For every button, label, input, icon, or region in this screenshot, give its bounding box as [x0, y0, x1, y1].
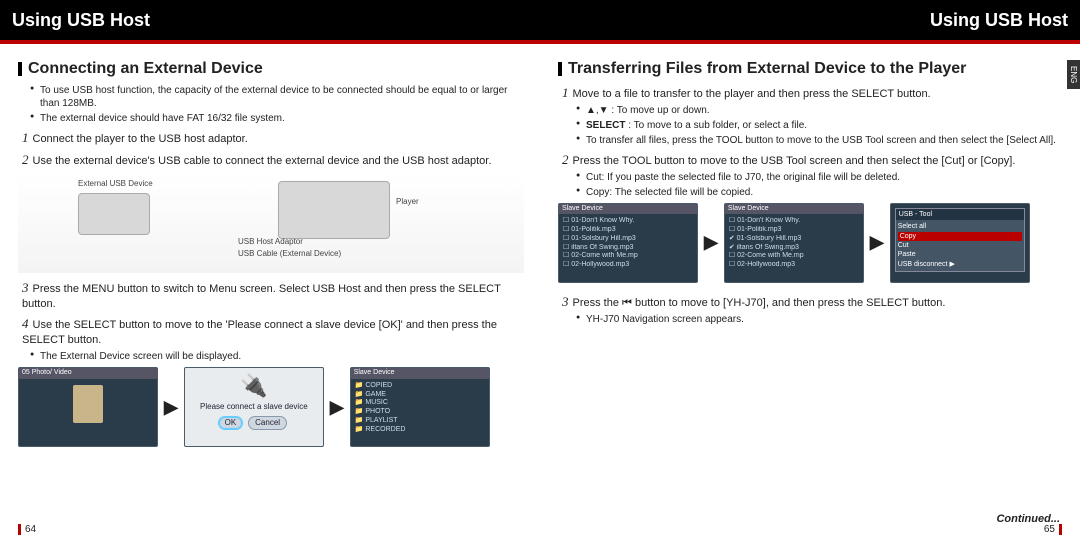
usb-tool-screen: USB - Tool Select all Copy Cut Paste USB…: [890, 203, 1030, 283]
screen-title: Slave Device: [559, 204, 697, 215]
sub-note: To transfer all files, press the TOOL bu…: [576, 134, 1064, 147]
sub-note: Cut: If you paste the selected file to J…: [576, 171, 1064, 184]
h2-text: Connecting an External Device: [28, 60, 263, 77]
slave-device-screen: Slave Device 📁 COPIED 📁 GAME 📁 MUSIC 📁 P…: [350, 367, 490, 447]
arrow-right-icon: ▶: [870, 232, 884, 253]
sub-note: SELECT : To move to a sub folder, or sel…: [576, 119, 1064, 132]
step: 2Press the TOOL button to move to the US…: [562, 151, 1064, 169]
screen-title: 05 Photo/ Video: [19, 368, 157, 379]
list-item: ☐ 02-Come with Me.mp: [729, 252, 859, 261]
menu-item[interactable]: Select all: [898, 223, 926, 230]
list-item: 📁 COPIED: [355, 382, 485, 391]
header-right: Using USB Host: [540, 0, 1080, 44]
header-left: Using USB Host: [0, 0, 540, 44]
list-item: ☐ 02-Hollywood.mp3: [729, 261, 859, 270]
list-item: ☐ iltans Of Swing.mp3: [563, 244, 693, 253]
usb-plug-icon: [73, 385, 103, 423]
list-item: 📁 GAME: [355, 391, 485, 400]
menu-item-selected[interactable]: Copy: [898, 232, 1022, 241]
step: 3Press the MENU button to switch to Menu…: [22, 279, 524, 312]
list-item: 📁 PHOTO: [355, 408, 485, 417]
step: 2Use the external device's USB cable to …: [22, 151, 524, 169]
list-item: 📁 RECORDED: [355, 426, 485, 435]
screen-title: Slave Device: [351, 368, 489, 379]
list-item: 📁 MUSIC: [355, 399, 485, 408]
label: USB Host Adaptor: [238, 237, 303, 246]
menu-screen: 05 Photo/ Video: [18, 367, 158, 447]
section-title-transferring: Transferring Files from External Device …: [558, 60, 1064, 78]
arrow-right-icon: ▶: [704, 232, 718, 253]
page-number: 65: [1044, 524, 1062, 535]
external-device-icon: [78, 193, 150, 235]
list-item: ☐ 01-Solsbury Hill.mp3: [563, 235, 693, 244]
arrow-right-icon: ▶: [164, 397, 178, 418]
sub-note: Copy: The selected file will be copied.: [576, 186, 1064, 199]
page-left: Using USB Host Connecting an External De…: [0, 0, 540, 539]
list-item: ☐ 01-Politik.mp3: [563, 226, 693, 235]
screen-title: Slave Device: [725, 204, 863, 215]
menu-item[interactable]: Paste: [898, 251, 916, 258]
note: The External Device screen will be displ…: [30, 350, 524, 363]
h2-text: Transferring Files from External Device …: [568, 60, 966, 77]
list-item: ☐ 01-Politik.mp3: [729, 226, 859, 235]
slave-device-screen-checked: Slave Device ☐ 01-Don't Know Why. ☐ 01-P…: [724, 203, 864, 283]
usb-cable-icon: 🔌: [189, 372, 319, 400]
list-item: ☐ 02-Hollywood.mp3: [563, 261, 693, 270]
label: USB Cable (External Device): [238, 249, 341, 258]
page-right: Using USB Host ENG Transferring Files fr…: [540, 0, 1080, 539]
screen-title: USB - Tool: [896, 209, 1024, 220]
cancel-button[interactable]: Cancel: [248, 416, 287, 430]
step: 1Connect the player to the USB host adap…: [22, 129, 524, 147]
list-item: ☐ 01-Don't Know Why.: [563, 217, 693, 226]
list-item: 📁 PLAYLIST: [355, 417, 485, 426]
screens-row-left: 05 Photo/ Video ▶ 🔌 Please connect a sla…: [18, 367, 524, 447]
section-title-connecting: Connecting an External Device: [18, 60, 524, 78]
label: External USB Device: [78, 179, 153, 188]
ok-button[interactable]: OK: [218, 416, 244, 430]
menu-item[interactable]: USB disconnect: [898, 261, 948, 268]
sub-note: ▲,▼ : To move up or down.: [576, 104, 1064, 117]
menu-item[interactable]: Cut: [898, 242, 909, 249]
dialog-text: Please connect a slave device: [189, 402, 319, 412]
list-item: ☐ 01-Don't Know Why.: [729, 217, 859, 226]
list-item: ☐ 02-Come with Me.mp: [563, 252, 693, 261]
dialog-screen: 🔌 Please connect a slave device OK Cance…: [184, 367, 324, 447]
note: To use USB host function, the capacity o…: [30, 84, 524, 110]
step: 3Press the ⏮ button to move to [YH-J70],…: [562, 293, 1064, 311]
player-device-icon: [278, 181, 390, 239]
slave-device-screen: Slave Device ☐ 01-Don't Know Why. ☐ 01-P…: [558, 203, 698, 283]
step: 1Move to a file to transfer to the playe…: [562, 84, 1064, 102]
arrow-right-icon: ▶: [330, 397, 344, 418]
connection-diagram: External USB Device Player USB Host Adap…: [18, 175, 524, 273]
list-item: ✔ 01-Solsbury Hill.mp3: [729, 235, 859, 244]
list-item: ✔ iltans Of Swing.mp3: [729, 244, 859, 253]
screens-row-right: Slave Device ☐ 01-Don't Know Why. ☐ 01-P…: [558, 203, 1064, 283]
step: 4Use the SELECT button to move to the 'P…: [22, 315, 524, 348]
sub-note: YH-J70 Navigation screen appears.: [576, 313, 1064, 326]
note: The external device should have FAT 16/3…: [30, 112, 524, 125]
label: Player: [396, 197, 419, 206]
page-number: 64: [18, 524, 36, 535]
